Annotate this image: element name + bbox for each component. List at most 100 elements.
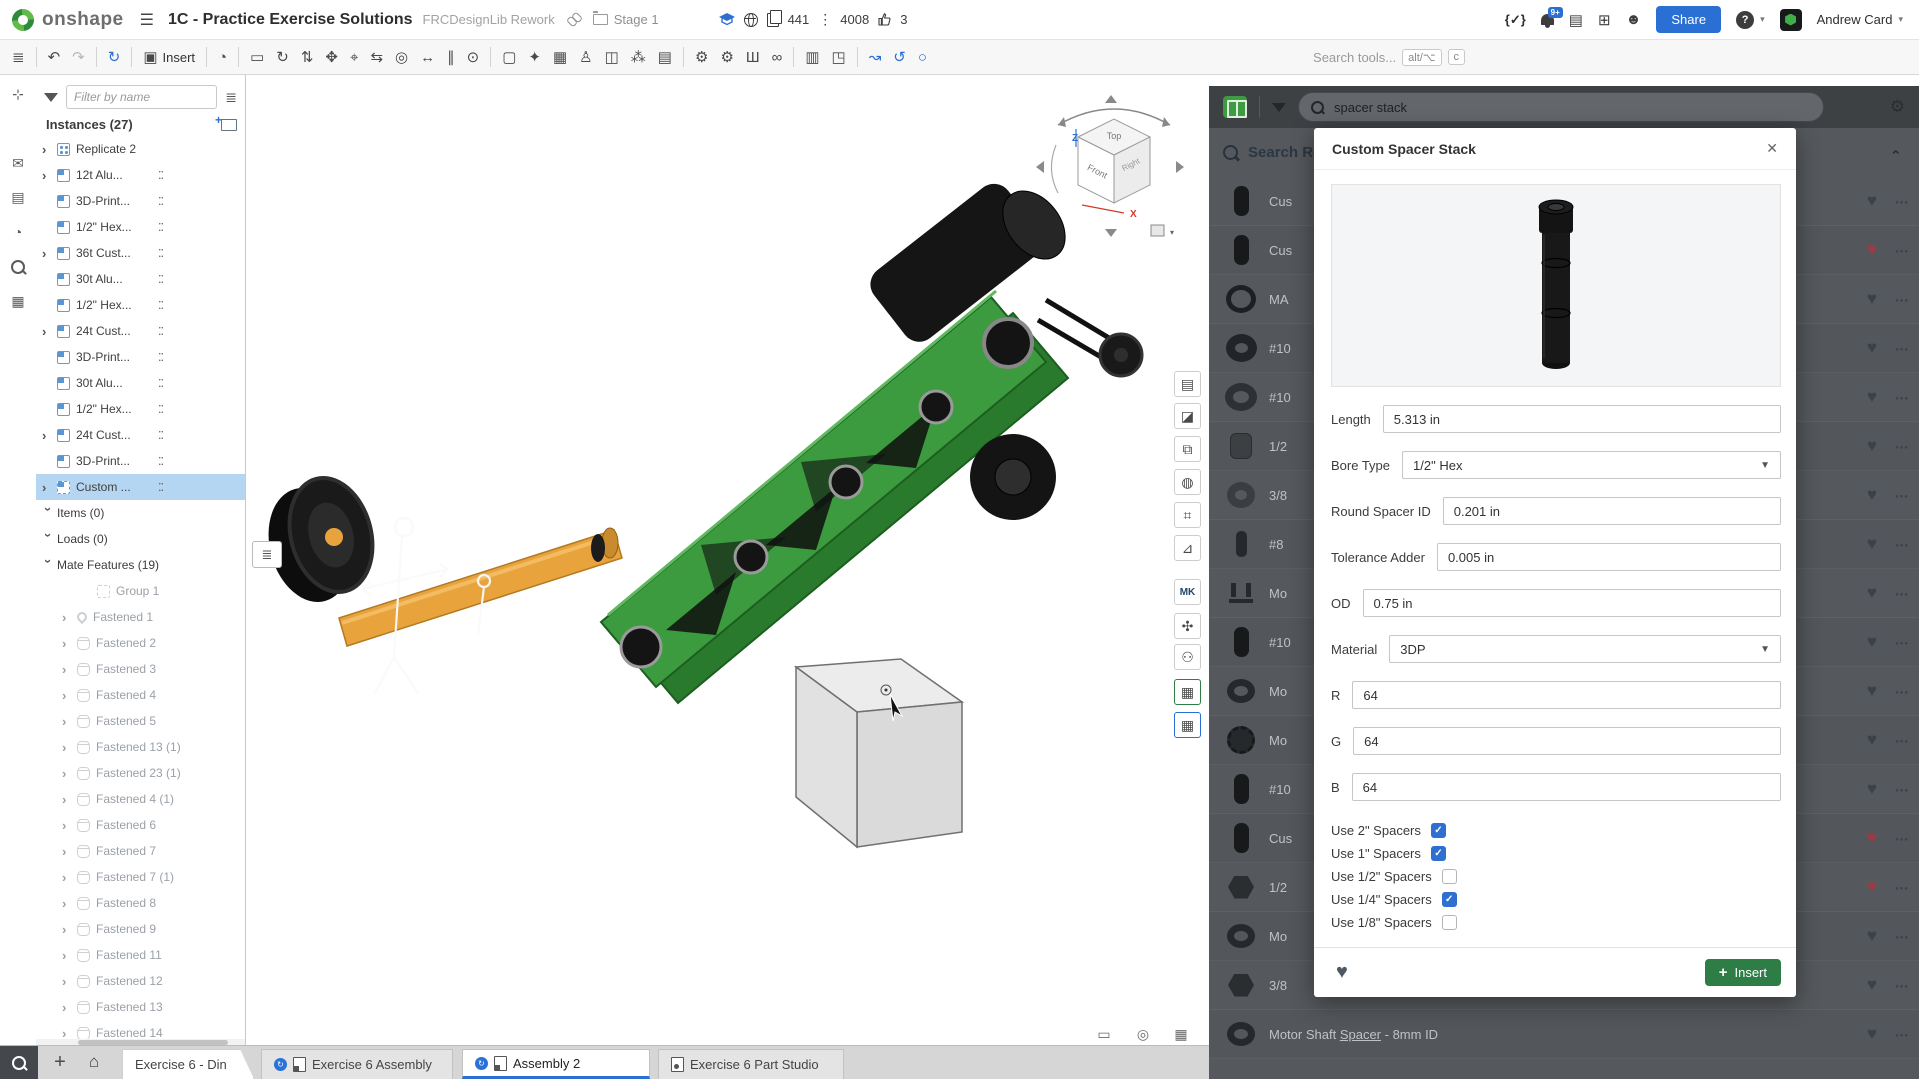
favorite-icon[interactable] bbox=[1867, 877, 1877, 897]
tree-caret-icon[interactable] bbox=[42, 169, 57, 182]
tree-item-group-1[interactable]: Group 1 ⁚⁚ bbox=[36, 578, 245, 604]
favorite-icon[interactable] bbox=[1867, 632, 1877, 652]
list-options-icon[interactable]: ≣ bbox=[225, 89, 237, 106]
tree-item-fastened-4-1[interactable]: Fastened 4 (1) ⁚⁚ bbox=[36, 786, 245, 812]
tab-assembly-2[interactable]: ↻ Assembly 2 bbox=[462, 1049, 650, 1079]
tree-caret-icon[interactable] bbox=[42, 507, 55, 520]
tree-caret-icon[interactable] bbox=[42, 325, 57, 338]
3d-viewport[interactable]: Top Front Right Z X ▾ ≣ bbox=[246, 75, 1210, 1046]
tree-item-custom-selected[interactable]: Custom ... ⁚⁚ bbox=[36, 474, 245, 500]
belt-loop-icon[interactable]: ○ bbox=[912, 47, 933, 68]
measure-icon[interactable]: ⌗ bbox=[1174, 502, 1201, 528]
toolbar-icon[interactable] bbox=[131, 47, 132, 67]
tree-item-24t-cust[interactable]: 24t Cust... ⁚⁚ bbox=[36, 422, 245, 448]
assembly-tree-icon[interactable]: ≣ bbox=[6, 47, 31, 68]
field-input[interactable]: 64 ▼ bbox=[1352, 681, 1781, 709]
assistant-icon[interactable]: ☻ bbox=[1626, 11, 1642, 28]
toolbar-icon[interactable] bbox=[96, 47, 97, 67]
replicate-icon[interactable]: ✦ bbox=[522, 47, 547, 68]
favorite-icon[interactable] bbox=[1867, 534, 1877, 554]
tree-item-36t-cust[interactable]: 36t Cust... ⁚⁚ bbox=[36, 240, 245, 266]
share-button[interactable]: Share bbox=[1656, 6, 1721, 33]
favorite-icon[interactable] bbox=[1867, 1024, 1877, 1044]
tree-caret-icon[interactable] bbox=[62, 871, 77, 884]
favorite-icon[interactable] bbox=[1867, 191, 1877, 211]
appearance-icon[interactable]: ◍ bbox=[1174, 469, 1201, 495]
workspace-label[interactable]: Stage 1 bbox=[614, 12, 659, 27]
update-linked-icon[interactable]: ↻ bbox=[102, 47, 127, 68]
fastened-mate-icon[interactable]: ▭ bbox=[244, 47, 270, 68]
favorite-icon[interactable] bbox=[1867, 485, 1877, 505]
view-cube-menu[interactable]: ▾ bbox=[1151, 225, 1174, 237]
markup-icon[interactable]: ▤ bbox=[8, 187, 28, 207]
favorite-icon[interactable] bbox=[1867, 681, 1877, 701]
tree-caret-icon[interactable] bbox=[62, 897, 77, 910]
more-options-icon[interactable] bbox=[1895, 342, 1909, 354]
ball-mate-icon[interactable]: ◎ bbox=[389, 47, 414, 68]
more-options-icon[interactable] bbox=[1895, 587, 1909, 599]
tree-item-fastened-6[interactable]: Fastened 6 ⁚⁚ bbox=[36, 812, 245, 838]
tree-item-3d-print[interactable]: 3D-Print... ⁚⁚ bbox=[36, 448, 245, 474]
field-input[interactable]: 0.75 in ▼ bbox=[1363, 589, 1782, 617]
tab-exercise-6-part-studio[interactable]: ↻ Exercise 6 Part Studio bbox=[658, 1049, 844, 1079]
tree-caret-icon[interactable] bbox=[42, 143, 57, 156]
apps-icon[interactable]: ⊞ bbox=[1598, 11, 1611, 29]
perspective-icon[interactable]: ◎ bbox=[1130, 1023, 1156, 1045]
field-input[interactable]: 3DP ▼ bbox=[1389, 635, 1781, 663]
toolbar-icon[interactable] bbox=[683, 47, 684, 67]
toolbar-icon[interactable] bbox=[490, 47, 491, 67]
comments-icon[interactable]: ✉ bbox=[8, 153, 28, 173]
collapse-results-icon[interactable] bbox=[1887, 150, 1903, 155]
more-options-icon[interactable] bbox=[1895, 636, 1909, 648]
bom-icon[interactable]: ▤ bbox=[652, 47, 678, 68]
more-options-icon[interactable] bbox=[1895, 440, 1909, 452]
revolute-mate-icon[interactable]: ↻ bbox=[270, 47, 295, 68]
field-input[interactable]: 0.201 in ▼ bbox=[1443, 497, 1781, 525]
more-options-icon[interactable] bbox=[1895, 195, 1909, 207]
insert-button[interactable]: Insert bbox=[1705, 959, 1781, 986]
favorite-icon[interactable] bbox=[1867, 583, 1877, 603]
tree-section-items[interactable]: Items (0) ⁚⁚ bbox=[36, 500, 245, 526]
favorite-icon[interactable] bbox=[1867, 975, 1877, 995]
selection-tools-icon[interactable]: ⊹ bbox=[8, 84, 28, 104]
route-spline-icon[interactable]: ↝ bbox=[863, 47, 888, 68]
tree-item-30t-alu[interactable]: 30t Alu... ⁚⁚ bbox=[36, 370, 245, 396]
toolbar-icon[interactable] bbox=[857, 47, 858, 67]
featurescript-icon[interactable]: {✓} bbox=[1505, 12, 1526, 28]
more-options-icon[interactable] bbox=[1895, 1028, 1909, 1040]
tree-caret-icon[interactable] bbox=[62, 793, 77, 806]
more-options-icon[interactable] bbox=[1895, 832, 1909, 844]
more-options-icon[interactable] bbox=[1895, 685, 1909, 697]
render-mode-icon[interactable]: ▭ bbox=[1091, 1023, 1117, 1045]
tree-caret-icon[interactable] bbox=[62, 637, 77, 650]
relations-icon[interactable]: ⚙ bbox=[689, 47, 714, 68]
close-icon[interactable] bbox=[1766, 140, 1778, 157]
display-states-icon[interactable]: ◫ bbox=[599, 47, 625, 68]
named-positions-icon[interactable]: ♙ bbox=[573, 47, 598, 68]
tree-caret-icon[interactable] bbox=[42, 481, 57, 494]
tree-item-fastened-2[interactable]: Fastened 2 ⁚⁚ bbox=[36, 630, 245, 656]
tree-caret-icon[interactable] bbox=[62, 1027, 77, 1040]
parallel-mate-icon[interactable]: ∥ bbox=[441, 47, 461, 68]
add-subassembly-icon[interactable] bbox=[221, 119, 237, 131]
history-icon[interactable]: ◔ bbox=[212, 47, 233, 68]
section-view-icon[interactable]: ◪ bbox=[1174, 403, 1201, 429]
tasks-icon[interactable]: ▤ bbox=[1569, 11, 1583, 29]
checkbox[interactable] bbox=[1442, 915, 1457, 930]
redo-icon[interactable]: ↷ bbox=[66, 47, 91, 68]
tree-item-fastened-13-1[interactable]: Fastened 13 (1) ⁚⁚ bbox=[36, 734, 245, 760]
checkbox[interactable] bbox=[1442, 892, 1457, 907]
tree-item-half-hex[interactable]: 1/2" Hex... ⁚⁚ bbox=[36, 396, 245, 422]
grid-blue-icon[interactable]: ▦ bbox=[1174, 712, 1201, 738]
tree-caret-icon[interactable] bbox=[42, 247, 57, 260]
more-options-icon[interactable] bbox=[1895, 244, 1909, 256]
slider-mate-icon[interactable]: ⇅ bbox=[295, 47, 320, 68]
tree-caret-icon[interactable] bbox=[62, 611, 77, 624]
favorite-icon[interactable] bbox=[1867, 730, 1877, 750]
more-options-icon[interactable] bbox=[1895, 391, 1909, 403]
field-input[interactable]: 0.005 in ▼ bbox=[1437, 543, 1781, 571]
rotate-down-button[interactable] bbox=[1105, 229, 1117, 237]
tree-item-fastened-12[interactable]: Fastened 12 ⁚⁚ bbox=[36, 968, 245, 994]
search-tools[interactable]: Search tools... alt/⌥ c bbox=[1313, 49, 1465, 66]
robot-icon[interactable]: ⚇ bbox=[1174, 644, 1201, 670]
